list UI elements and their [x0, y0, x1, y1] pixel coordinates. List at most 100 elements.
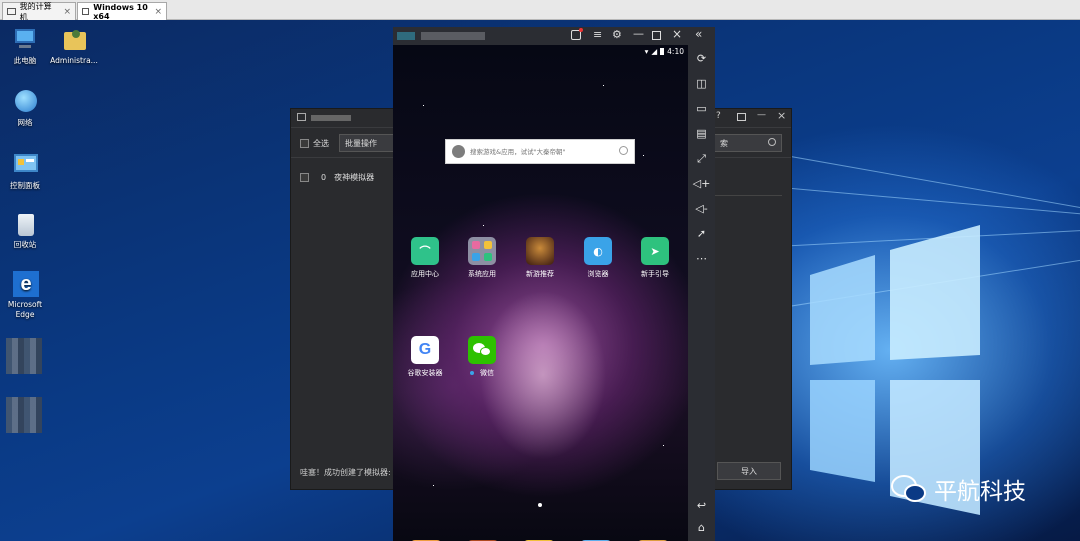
gear-icon[interactable]: ⚙: [612, 28, 622, 41]
vm-icon: [82, 8, 90, 15]
system-apps-folder-icon: [468, 237, 496, 265]
import-button[interactable]: 导入: [717, 462, 781, 480]
blurred-desktop-icon: [6, 397, 42, 433]
brand-name: 平航科技: [934, 479, 1026, 505]
search-placeholder: 索: [720, 138, 728, 148]
select-all-label: 全选: [313, 139, 329, 148]
app-beginner-guide[interactable]: ➤ 新手引导: [627, 237, 683, 279]
apk-install-icon[interactable]: ▤: [692, 125, 711, 143]
tab-my-computer[interactable]: 我的计算机 ×: [2, 2, 76, 22]
monitor-icon: [7, 8, 16, 15]
star: [433, 485, 434, 486]
maximize-icon[interactable]: [652, 31, 661, 40]
row-name: 夜神模拟器: [334, 173, 375, 182]
wechat-logo-icon: [891, 475, 926, 502]
desktop-icon-administrator[interactable]: Administra...: [49, 26, 99, 66]
star: [423, 105, 424, 106]
blurred-desktop-icon: [6, 338, 42, 374]
clock: 4:10: [667, 47, 684, 56]
row-index: 0: [321, 173, 327, 182]
blurred-title: [421, 32, 485, 40]
desktop-icon-control-panel[interactable]: 控制面板: [0, 151, 50, 191]
star: [483, 225, 484, 226]
app-wechat[interactable]: 微信: [454, 336, 510, 378]
minimize-icon[interactable]: —: [633, 27, 644, 40]
vm-tab-bar: 我的计算机 × Windows 10 x64 ×: [0, 0, 1080, 22]
volume-up-icon[interactable]: ◁+: [692, 175, 711, 193]
wifi-icon: ▾: [644, 47, 649, 56]
emulator-window: ≡ ⚙ — × « ▾ ◢ 4:10 搜索游戏&应用，试试"大秦帝朝" ⌒ 应用…: [393, 27, 715, 541]
new-badge-dot: [470, 371, 474, 375]
screenshot-icon[interactable]: ◫: [692, 75, 711, 93]
android-status-bar: ▾ ◢ 4:10: [645, 47, 684, 56]
desktop: 此电脑 Administra... 网络 控制面板 回收站 e Microsof…: [0, 20, 1080, 541]
search-input[interactable]: [470, 147, 610, 156]
fullscreen-icon[interactable]: ⤢: [692, 150, 711, 168]
desktop-icon-edge[interactable]: e Microsoft Edge: [0, 270, 50, 320]
search-icon[interactable]: [619, 146, 628, 155]
google-icon: G: [411, 336, 439, 364]
search-icon: [768, 138, 776, 146]
minimize-icon[interactable]: —: [757, 110, 766, 120]
emulator-logo: [397, 32, 415, 40]
star: [603, 85, 604, 86]
close-icon[interactable]: ×: [63, 7, 71, 17]
wechat-label: 微信: [480, 369, 494, 377]
desktop-icon-label: Microsoft Edge: [7, 300, 43, 319]
desktop-icon-label: 此电脑: [13, 56, 37, 65]
browser-icon: ◐: [584, 237, 612, 265]
notification-dot: [579, 28, 583, 32]
status-message: 哇塞！成功创建了模拟器:: [300, 468, 391, 477]
signal-icon: ◢: [651, 47, 658, 56]
recycle-bin-icon: [11, 210, 39, 238]
battery-icon: [660, 48, 665, 55]
wechat-icon: [468, 336, 496, 364]
back-icon[interactable]: ↩: [692, 497, 711, 515]
app-label: 新手引导: [641, 270, 669, 278]
display-icon[interactable]: ▭: [692, 100, 711, 118]
more-icon[interactable]: ⋯: [692, 250, 711, 268]
row-checkbox[interactable]: [300, 173, 309, 182]
desktop-icon-recycle-bin[interactable]: 回收站: [0, 210, 50, 250]
select-all-checkbox[interactable]: [300, 139, 309, 148]
tab-windows10[interactable]: Windows 10 x64 ×: [77, 2, 167, 21]
help-icon[interactable]: ?: [716, 111, 721, 121]
tab-label: Windows 10 x64: [93, 2, 148, 21]
app-new-games[interactable]: 新游推荐: [512, 237, 568, 279]
page-indicator: [538, 503, 542, 507]
app-system-apps[interactable]: 系统应用: [454, 237, 510, 279]
emulator-title-bar: ≡ ⚙ — × «: [393, 27, 715, 45]
manager-search-input[interactable]: 索: [714, 134, 782, 152]
app-app-center[interactable]: ⌒ 应用中心: [397, 237, 453, 279]
settings-icon[interactable]: [737, 113, 746, 121]
app-search-box[interactable]: [445, 139, 635, 164]
volume-down-icon[interactable]: ◁-: [692, 200, 711, 218]
batch-operation-dropdown[interactable]: 批量操作: [339, 134, 395, 152]
app-browser[interactable]: ◐ 浏览器: [570, 237, 626, 279]
blurred-title: [311, 115, 351, 121]
search-logo-icon: [452, 145, 465, 158]
app-label: 应用中心: [411, 270, 439, 278]
collapse-sidebar-icon[interactable]: «: [695, 27, 702, 41]
close-icon[interactable]: ×: [672, 27, 682, 41]
app-google-installer[interactable]: G 谷歌安装器: [397, 336, 453, 378]
rotate-icon[interactable]: ⟳: [692, 50, 711, 68]
close-icon[interactable]: ×: [154, 7, 162, 17]
new-games-icon: [526, 237, 554, 265]
desktop-icon-this-pc[interactable]: 此电脑: [0, 26, 50, 66]
select-all[interactable]: 全选: [300, 138, 329, 149]
rocket-icon[interactable]: ➚: [692, 225, 711, 243]
desktop-icon-network[interactable]: 网络: [0, 88, 50, 128]
emulator-row[interactable]: 0 夜神模拟器: [300, 172, 374, 183]
close-icon[interactable]: ×: [777, 109, 786, 122]
menu-icon[interactable]: ≡: [593, 28, 602, 41]
edge-icon: e: [11, 270, 39, 298]
app-label: 浏览器: [587, 270, 609, 278]
brand-watermark: 平航科技: [890, 472, 1026, 506]
app-label: 谷歌安装器: [407, 369, 443, 377]
control-panel-icon: [11, 151, 39, 179]
app-label: 新游推荐: [526, 270, 554, 278]
desktop-icon-label: 网络: [17, 118, 33, 127]
home-icon[interactable]: ⌂: [692, 519, 711, 537]
network-icon: [11, 88, 39, 116]
